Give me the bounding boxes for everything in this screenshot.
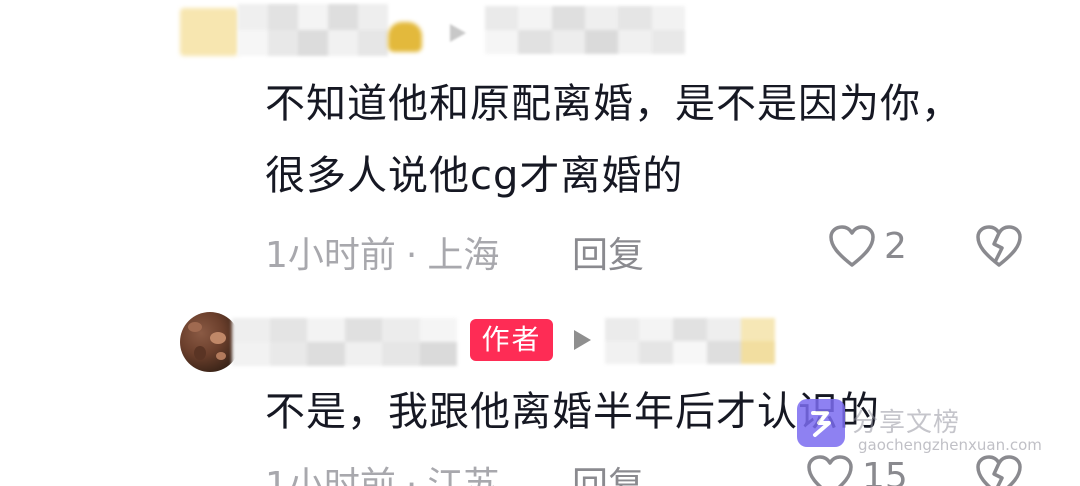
bell-icon <box>388 22 422 52</box>
heart-outline-icon <box>807 455 853 486</box>
comment-1-like-button[interactable]: 2 <box>828 224 907 268</box>
comment-2-location: 江苏 <box>427 465 500 486</box>
comment-1-reply-button[interactable]: 回复 <box>572 226 644 278</box>
comment-2-time: 1小时前 <box>265 465 396 486</box>
comment-2-dislike-button[interactable] <box>975 454 1023 486</box>
comment-1-meta: 1小时前 · 上海 <box>265 226 499 278</box>
comment-1-time: 1小时前 <box>265 235 396 276</box>
author-badge: 作者 <box>470 319 553 361</box>
broken-heart-icon <box>976 455 1022 486</box>
comment-1-text-line-2: 很多人说他cg才离婚的 <box>265 153 684 199</box>
play-triangle-icon <box>574 330 591 350</box>
comment-section: 不知道他和原配离婚，是不是因为你， 很多人说他cg才离婚的 1小时前 · 上海 回复… <box>0 0 1080 486</box>
avatar[interactable] <box>180 312 240 372</box>
comment-2-text: 不是，我跟他离婚半年后才认识的 <box>265 389 880 435</box>
heart-outline-icon <box>829 225 875 267</box>
comment-2-like-count: 15 <box>862 455 908 486</box>
play-triangle-icon <box>450 24 466 42</box>
comment-1-like-count: 2 <box>884 225 907 267</box>
comment-2-username-mosaic[interactable] <box>232 318 457 366</box>
comment-2-meta: 1小时前 · 江苏 <box>265 456 499 486</box>
comment-1-dislike-button[interactable] <box>975 224 1023 272</box>
comment-2-reply-button[interactable]: 回复 <box>572 456 644 486</box>
comment-2-like-button[interactable]: 15 <box>806 454 908 486</box>
comment-1-text-line-1: 不知道他和原配离婚，是不是因为你， <box>265 81 962 127</box>
meta-separator: · <box>405 465 418 486</box>
username-mosaic[interactable] <box>238 4 388 56</box>
comment-1-location: 上海 <box>427 235 500 276</box>
watermark-logo-icon <box>797 399 845 447</box>
comment-2-reply-target-mosaic <box>605 318 775 364</box>
watermark-url: gaochengzhenxuan.com <box>858 436 1042 454</box>
username-blurred[interactable] <box>180 8 238 56</box>
reply-target-mosaic <box>485 6 685 54</box>
broken-heart-icon <box>976 225 1022 267</box>
watermark-title: 分享文榜 <box>852 408 961 438</box>
meta-separator: · <box>405 235 418 276</box>
